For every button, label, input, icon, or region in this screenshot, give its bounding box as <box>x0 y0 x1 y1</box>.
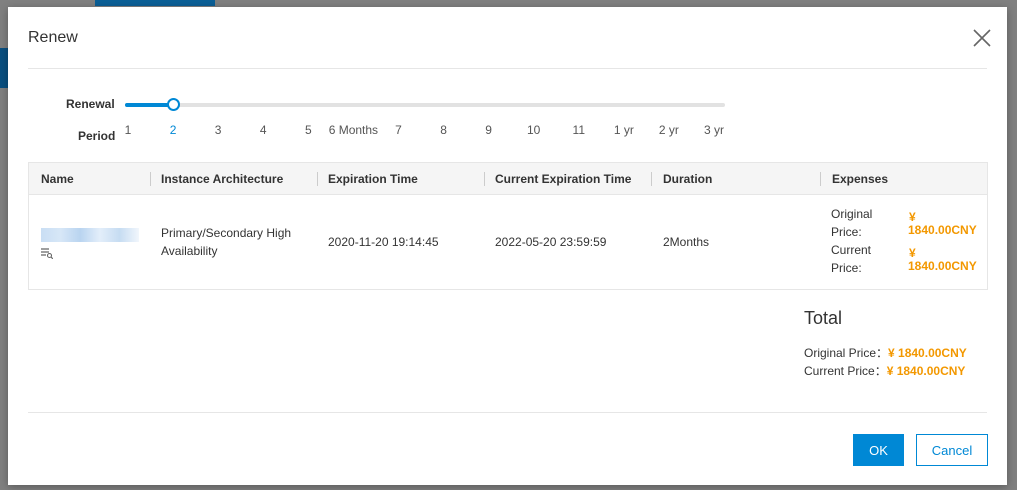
current-price-label-2: Price: <box>831 261 862 275</box>
header-expenses: Expenses <box>832 172 889 186</box>
current-price-value: 1840.00CNY <box>908 259 977 273</box>
expiration-time: 2020-11-20 19:14:45 <box>328 235 439 249</box>
duration: 2Months <box>663 235 710 249</box>
close-icon[interactable] <box>973 29 991 47</box>
ok-button[interactable]: OK <box>853 434 904 466</box>
header-divider <box>28 68 987 69</box>
renewal-period-slider[interactable] <box>125 98 725 111</box>
period-option[interactable]: 3 yr <box>704 123 724 137</box>
period-option[interactable]: 9 <box>485 123 492 137</box>
footer-divider <box>28 412 987 413</box>
total-original-price: Original Price：¥ 1840.00CNY <box>804 344 967 361</box>
header-divider <box>820 172 821 186</box>
period-option[interactable]: 6 Months <box>329 123 378 137</box>
original-price-label-1: Original <box>831 207 873 221</box>
background-top-button <box>95 0 215 6</box>
header-name: Name <box>41 172 74 186</box>
header-architecture: Instance Architecture <box>161 172 284 186</box>
period-option[interactable]: 1 yr <box>614 123 634 137</box>
period-option[interactable]: 3 <box>215 123 222 137</box>
header-divider <box>150 172 151 186</box>
header-expiration: Expiration Time <box>328 172 418 186</box>
renewal-period-label-line1: Renewal <box>66 97 115 111</box>
current-price-label-1: Current <box>831 243 872 257</box>
period-option[interactable]: 2 yr <box>659 123 679 137</box>
slider-handle[interactable] <box>167 98 181 111</box>
header-duration: Duration <box>663 172 713 186</box>
instance-architecture: Primary/Secondary High Availability <box>161 226 292 258</box>
header-current-expiration: Current Expiration Time <box>495 172 632 186</box>
instance-name-redacted <box>41 228 139 242</box>
original-price-currency: ¥ <box>909 210 916 224</box>
period-option[interactable]: 8 <box>440 123 447 137</box>
slider-fill <box>125 103 174 107</box>
header-divider <box>651 172 652 186</box>
period-option[interactable]: 7 <box>395 123 402 137</box>
cancel-button[interactable]: Cancel <box>916 434 988 466</box>
renewal-period-label-line2: Period <box>78 129 116 143</box>
original-price-value: 1840.00CNY <box>908 223 977 237</box>
table-row: Primary/Secondary High Availability 2020… <box>29 195 987 289</box>
renewal-table: Name Instance Architecture Expiration Ti… <box>28 162 988 290</box>
header-divider <box>484 172 485 186</box>
total-current-value: ¥ 1840.00CNY <box>886 364 966 378</box>
period-option[interactable]: 4 <box>260 123 267 137</box>
table-header: Name Instance Architecture Expiration Ti… <box>29 163 987 195</box>
total-original-value: ¥ 1840.00CNY <box>888 346 967 360</box>
total-current-price: Current Price：¥ 1840.00CNY <box>804 362 965 379</box>
dialog-title: Renew <box>28 29 78 46</box>
period-option[interactable]: 2 <box>170 123 177 137</box>
period-option[interactable]: 11 <box>573 123 585 137</box>
total-original-label: Original Price： <box>804 346 889 360</box>
total-current-label: Current Price： <box>804 364 887 378</box>
period-option[interactable]: 5 <box>305 123 312 137</box>
renew-dialog: Renew Renewal Period 1 2 3 4 5 6 Months 7 8 9 10 1… <box>8 7 1007 485</box>
current-price-currency: ¥ <box>909 246 916 260</box>
background-sidebar-accent <box>0 48 8 88</box>
total-title: Total <box>804 308 843 328</box>
current-expiration-time: 2022-05-20 23:59:59 <box>495 235 607 249</box>
list-search-icon[interactable] <box>41 247 54 260</box>
period-option[interactable]: 1 <box>125 123 132 137</box>
period-option[interactable]: 10 <box>527 123 540 137</box>
header-divider <box>317 172 318 186</box>
original-price-label-2: Price: <box>831 225 862 239</box>
